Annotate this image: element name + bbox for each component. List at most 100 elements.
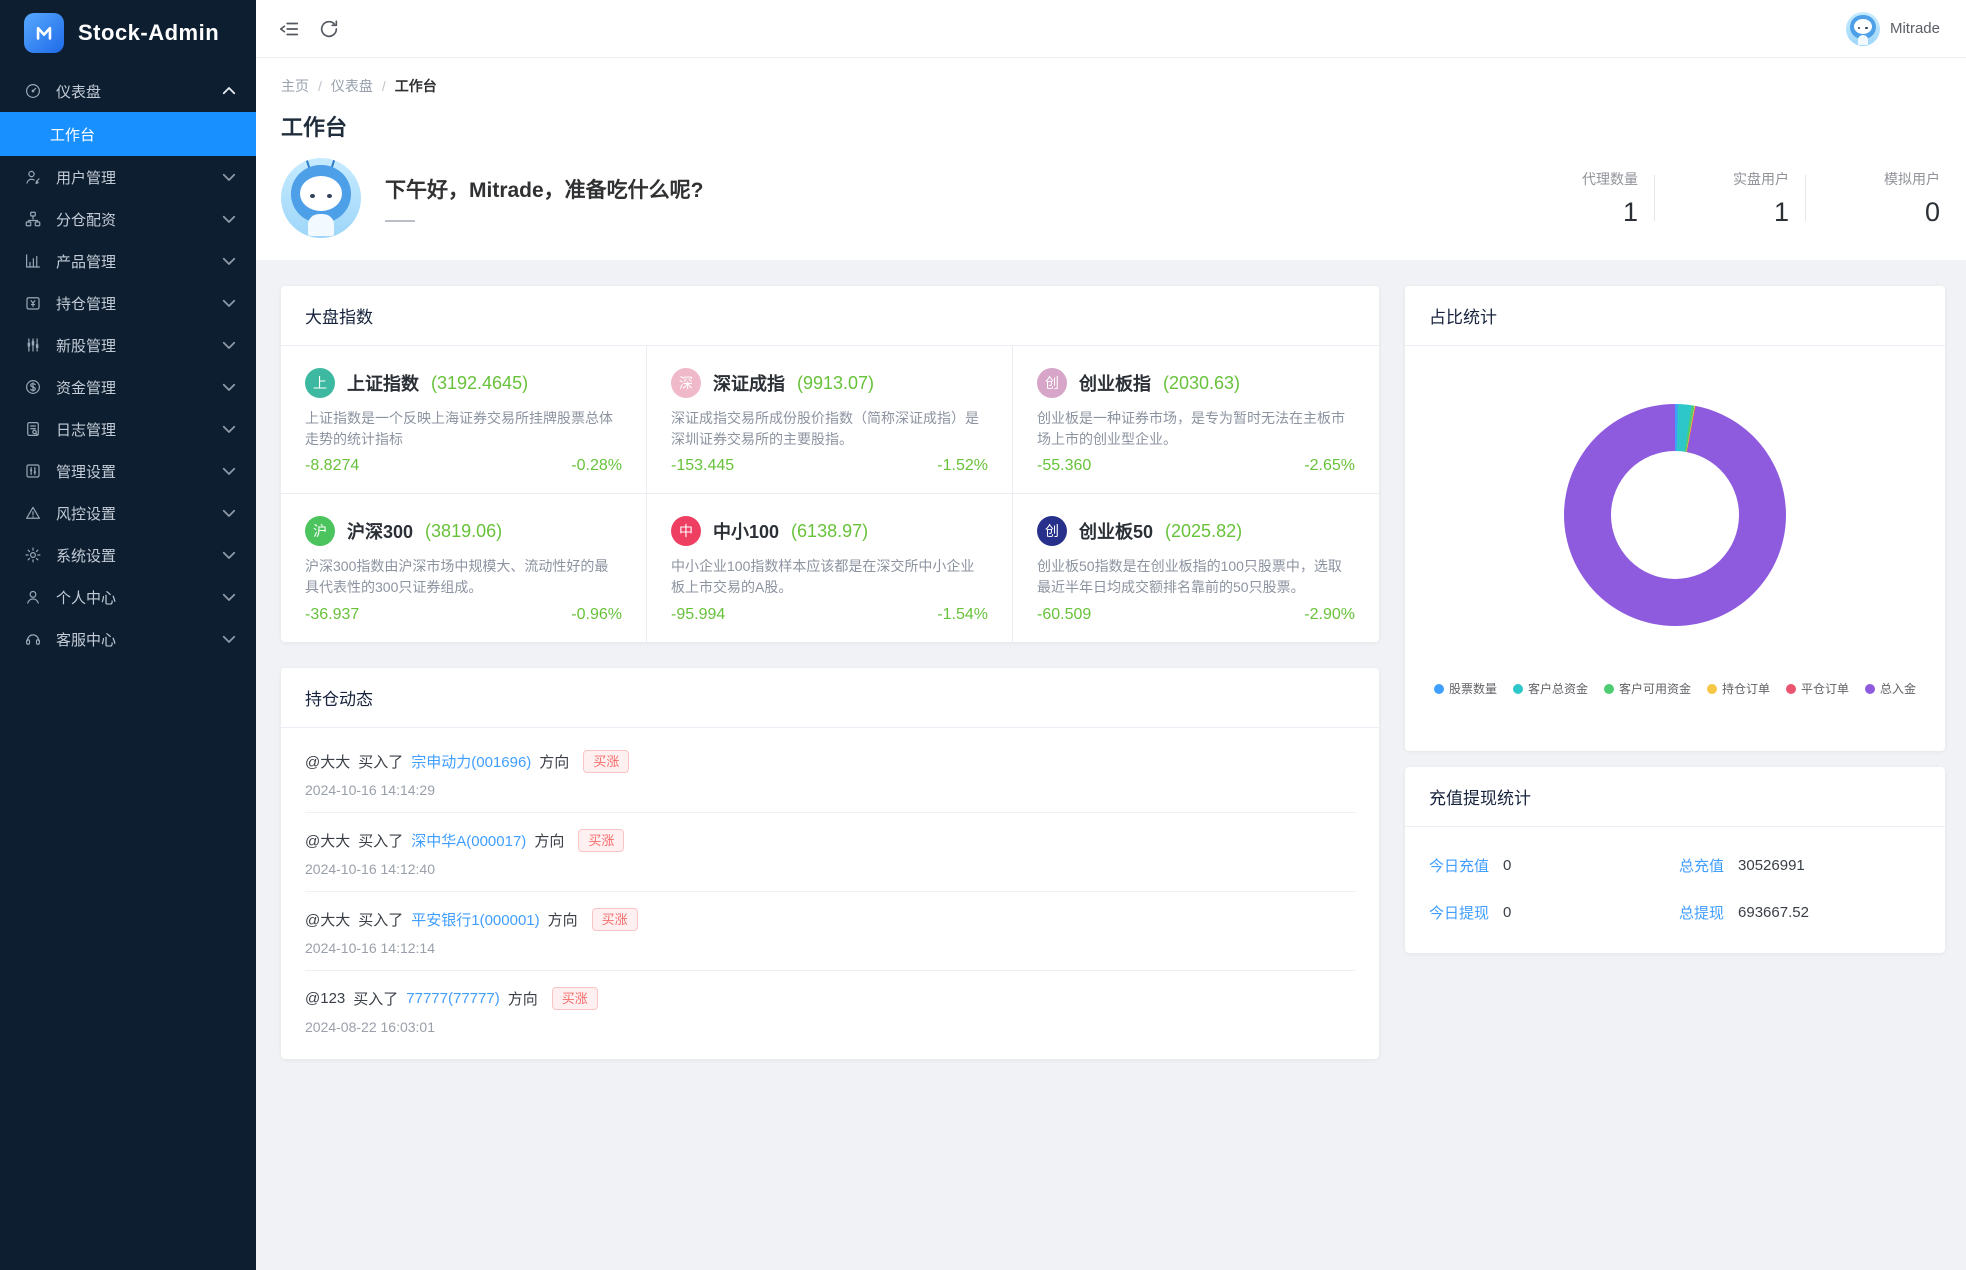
sliders-icon: [24, 462, 42, 480]
direction-tag: 买涨: [583, 750, 630, 773]
sidebar-item-profile-center[interactable]: 个人中心: [0, 576, 256, 618]
breadcrumb-dashboard[interactable]: 仪表盘: [331, 76, 373, 96]
stat-divider: [1654, 175, 1655, 221]
market-grid: 上 上证指数 (3192.4645) 上证指数是一个反映上海证券交易所挂牌股票总…: [281, 346, 1379, 642]
index-badge: 创: [1037, 516, 1067, 546]
sidebar-item-label: 风控设置: [56, 505, 117, 523]
sidebar-item-label: 客服中心: [56, 631, 117, 649]
stat-total-withdraw: 总提现 693667.52: [1679, 904, 1809, 922]
index-badge: 上: [305, 368, 335, 398]
position-activity-panel: 持仓动态 @大大 买入了 宗申动力(001696) 方向 买涨 2024-10-…: [281, 668, 1379, 1059]
chevron-down-icon: [220, 462, 238, 480]
activity-row: @大大 买入了 宗申动力(001696) 方向 买涨 2024-10-16 14…: [305, 734, 1355, 813]
sidebar-item-dashboard[interactable]: 仪表盘: [0, 70, 256, 112]
org-chart-icon: [24, 210, 42, 228]
direction-tag: 买涨: [591, 908, 638, 931]
activity-action: 买入了: [358, 754, 404, 771]
legend-item[interactable]: 平仓订单: [1786, 680, 1849, 697]
market-index-panel: 大盘指数 上 上证指数 (3192.4645) 上证指数是一个反映上海证券交易所…: [281, 286, 1379, 642]
sidebar-item-label: 资金管理: [56, 379, 117, 397]
chevron-up-icon: [220, 82, 238, 100]
index-card-csi300: 沪 沪深300 (3819.06) 沪深300指数由沪深市场中规模大、流动性好的…: [281, 494, 647, 642]
breadcrumb-separator: [318, 78, 322, 94]
sidebar-item-allocation[interactable]: 分仓配资: [0, 198, 256, 240]
document-search-icon: [24, 420, 42, 438]
yuan-box-icon: [24, 294, 42, 312]
index-badge: 中: [671, 516, 701, 546]
sidebar-item-label: 分仓配资: [56, 211, 117, 229]
breadcrumb: 主页 仪表盘 工作台: [281, 76, 1940, 96]
index-card-sse: 上 上证指数 (3192.4645) 上证指数是一个反映上海证券交易所挂牌股票总…: [281, 346, 647, 494]
sidebar-fold-icon[interactable]: [278, 18, 300, 40]
sidebar-item-risk-settings[interactable]: 风控设置: [0, 492, 256, 534]
activity-time: 2024-08-22 16:03:01: [305, 1019, 435, 1035]
stat-agents: 代理数量 1: [1582, 170, 1638, 227]
legend-dot: [1786, 683, 1797, 694]
chevron-down-icon: [220, 546, 238, 564]
index-badge: 创: [1037, 368, 1067, 398]
stat-today-recharge: 今日充值 0: [1429, 857, 1512, 875]
ratio-stats-panel: 占比统计 股票数量 客户总资金 客户可用资金 持仓订单 平仓订单 总入金: [1405, 286, 1945, 751]
candlestick-icon: [24, 336, 42, 354]
direction-label: 方向: [507, 991, 538, 1008]
app-logo: Stock-Admin: [0, 0, 256, 64]
sidebar-item-product-management[interactable]: 产品管理: [0, 240, 256, 282]
app-window: Stock-Admin 仪表盘 工作台 用户管理 分仓配资 产品管理 持仓管理 …: [0, 0, 1966, 1270]
sidebar-item-label: 个人中心: [56, 589, 117, 607]
refresh-icon[interactable]: [318, 18, 340, 40]
index-badge: 深: [671, 368, 701, 398]
chevron-down-icon: [220, 588, 238, 606]
sidebar-menu: 仪表盘 工作台 用户管理 分仓配资 产品管理 持仓管理 新股管理 资金管理 日志…: [0, 64, 256, 1270]
legend-item[interactable]: 股票数量: [1433, 680, 1497, 697]
stock-link[interactable]: 宗申动力(001696): [411, 751, 531, 772]
gear-icon: [24, 546, 42, 564]
legend-dot: [1512, 683, 1523, 694]
sidebar-item-log-management[interactable]: 日志管理: [0, 408, 256, 450]
stock-link[interactable]: 平安银行1(000001): [411, 909, 539, 930]
chevron-down-icon: [220, 504, 238, 522]
panel-title: 大盘指数: [281, 286, 1379, 346]
legend-dot: [1433, 683, 1444, 694]
sidebar-item-system-settings[interactable]: 系统设置: [0, 534, 256, 576]
sidebar-item-admin-settings[interactable]: 管理设置: [0, 450, 256, 492]
legend-item[interactable]: 持仓订单: [1707, 680, 1770, 697]
user-edit-icon: [24, 168, 42, 186]
direction-tag: 买涨: [578, 829, 625, 852]
panel-title: 充值提现统计: [1405, 767, 1945, 827]
direction-label: 方向: [534, 833, 565, 850]
page-title: 工作台: [281, 115, 348, 140]
legend-dot: [1865, 683, 1876, 694]
sidebar-item-workbench[interactable]: 工作台: [0, 112, 256, 156]
direction-label: 方向: [547, 912, 578, 929]
activity-user: @大大: [305, 754, 351, 771]
chevron-down-icon: [220, 168, 238, 186]
warning-triangle-icon: [24, 504, 42, 522]
sidebar-item-service-center[interactable]: 客服中心: [0, 618, 256, 660]
headset-icon: [24, 630, 42, 648]
sidebar-subitem-label: 工作台: [50, 126, 96, 144]
activity-action: 买入了: [358, 833, 404, 850]
legend-item[interactable]: 客户可用资金: [1603, 680, 1691, 697]
sidebar-item-user-management[interactable]: 用户管理: [0, 156, 256, 198]
legend-item[interactable]: 客户总资金: [1512, 680, 1588, 697]
user-menu[interactable]: Mitrade: [1845, 11, 1940, 46]
activity-action: 买入了: [358, 912, 404, 929]
sidebar-item-label: 系统设置: [56, 547, 117, 565]
stat-today-withdraw: 今日提现 0: [1429, 904, 1512, 922]
sidebar-item-label: 管理设置: [56, 463, 117, 481]
person-icon: [24, 588, 42, 606]
activity-user: @123: [305, 990, 346, 1007]
recharge-stats-panel: 充值提现统计 今日充值 0 总充值 30526991 今日提现 0 总提现 69…: [1405, 767, 1945, 953]
stat-divider: [1805, 175, 1806, 221]
sidebar-item-label: 仪表盘: [56, 83, 102, 101]
sidebar-item-funds-management[interactable]: 资金管理: [0, 366, 256, 408]
stock-link[interactable]: 深中华A(000017): [411, 830, 526, 851]
breadcrumb-home[interactable]: 主页: [281, 76, 309, 96]
chevron-down-icon: [220, 252, 238, 270]
legend-item[interactable]: 总入金: [1865, 680, 1916, 697]
sidebar-item-ipo-management[interactable]: 新股管理: [0, 324, 256, 366]
content-area: 大盘指数 上 上证指数 (3192.4645) 上证指数是一个反映上海证券交易所…: [256, 260, 1966, 1270]
topbar: Mitrade: [256, 0, 1966, 58]
sidebar-item-position-management[interactable]: 持仓管理: [0, 282, 256, 324]
stock-link[interactable]: 77777(77777): [406, 990, 499, 1007]
